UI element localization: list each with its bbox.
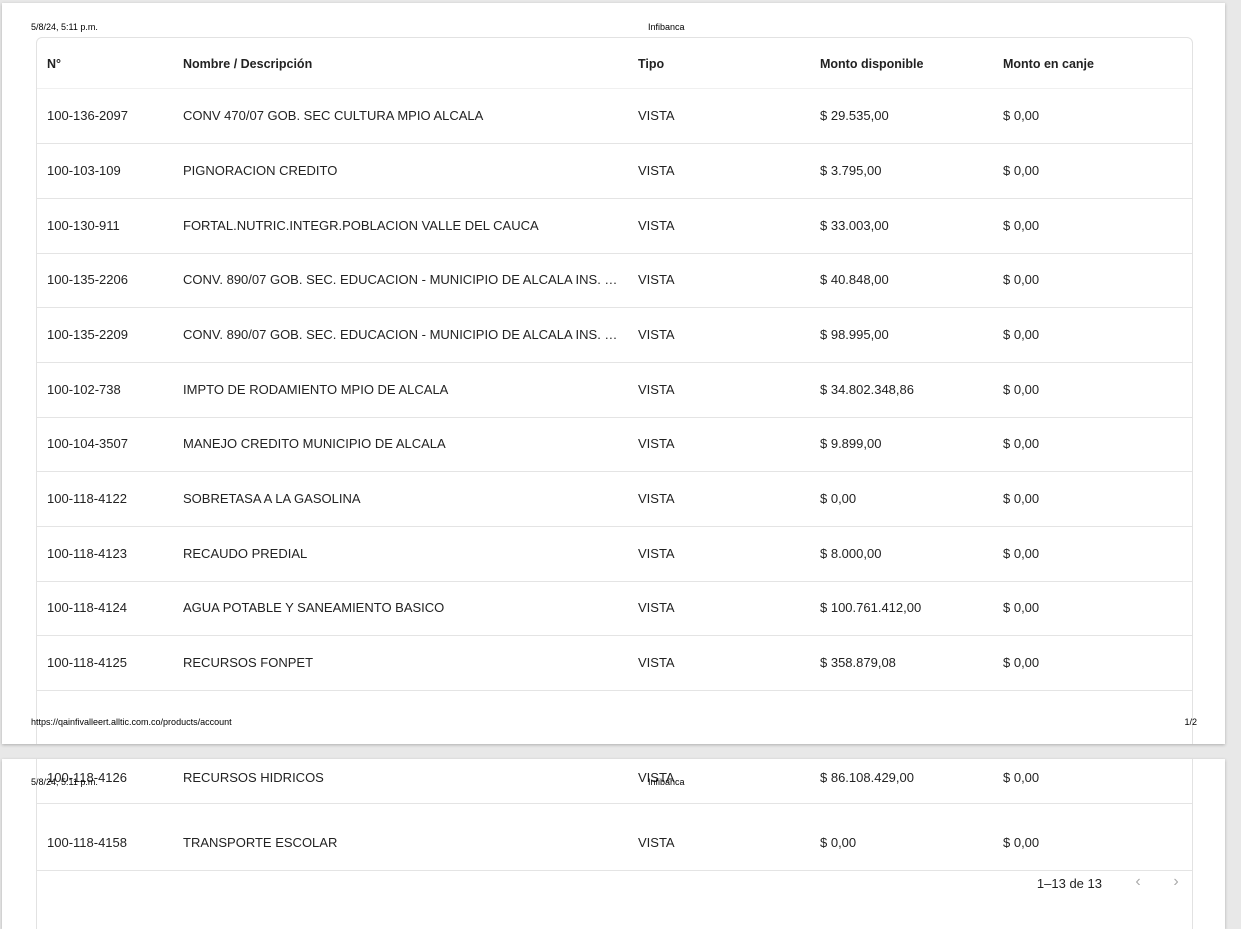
account-name: CONV. 890/07 GOB. SEC. EDUCACION - MUNIC…: [183, 327, 621, 342]
account-name: FORTAL.NUTRIC.INTEGR.POBLACION VALLE DEL…: [183, 218, 539, 233]
table-row[interactable]: 100-118-4125 RECURSOS FONPET VISTA $ 358…: [37, 636, 1192, 691]
print-title: Infibanca: [648, 777, 685, 787]
clearing-amount: $ 0,00: [1003, 272, 1040, 287]
chevron-left-icon[interactable]: ‹: [1128, 872, 1148, 892]
accounts-table: N° Nombre / Descripción Tipo Monto dispo…: [36, 37, 1193, 744]
account-number: 100-130-911: [47, 218, 120, 233]
table-row[interactable]: 100-118-4124 AGUA POTABLE Y SANEAMIENTO …: [37, 581, 1192, 636]
print-date: 5/8/24, 5:11 p.m.: [31, 22, 98, 32]
account-type: VISTA: [638, 600, 675, 615]
account-number: 100-136-2097: [47, 108, 128, 123]
clearing-amount: $ 0,00: [1003, 163, 1040, 178]
accounts-table-continued: 100-118-4126 RECURSOS HIDRICOS VISTA $ 8…: [36, 759, 1193, 929]
table-row[interactable]: 100-118-4123 RECAUDO PREDIAL VISTA $ 8.0…: [37, 527, 1192, 582]
table-row[interactable]: 100-135-2206 CONV. 890/07 GOB. SEC. EDUC…: [37, 253, 1192, 308]
available-amount: $ 33.003,00: [820, 218, 889, 233]
clearing-amount: $ 0,00: [1003, 491, 1040, 506]
table-row[interactable]: 100-104-3507 MANEJO CREDITO MUNICIPIO DE…: [37, 417, 1192, 472]
account-number: 100-135-2209: [47, 327, 128, 342]
table-row[interactable]: 100-118-4158 TRANSPORTE ESCOLAR VISTA $ …: [37, 816, 1192, 871]
available-amount: $ 0,00: [820, 491, 857, 506]
account-name: PIGNORACION CREDITO: [183, 163, 338, 178]
column-header-monto-disponible[interactable]: Monto disponible: [820, 38, 990, 88]
clearing-amount: $ 0,00: [1003, 770, 1040, 785]
available-amount: $ 29.535,00: [820, 108, 889, 123]
print-page-1: 5/8/24, 5:11 p.m. Infibanca N° Nombre / …: [2, 3, 1225, 744]
account-name: RECURSOS FONPET: [183, 655, 314, 670]
available-amount: $ 8.000,00: [820, 546, 882, 561]
account-number: 100-118-4123: [47, 546, 127, 561]
account-number: 100-103-109: [47, 163, 121, 178]
table-row[interactable]: 100-118-4126 RECURSOS HIDRICOS VISTA $ 8…: [37, 759, 1192, 804]
account-type: VISTA: [638, 218, 675, 233]
column-header-name[interactable]: Nombre / Descripción: [183, 38, 621, 88]
account-number: 100-118-4124: [47, 600, 127, 615]
available-amount: $ 40.848,00: [820, 272, 889, 287]
account-type: VISTA: [638, 436, 675, 451]
available-amount: $ 34.802.348,86: [820, 382, 914, 397]
account-number: 100-104-3507: [47, 436, 128, 451]
account-name: SOBRETASA A LA GASOLINA: [183, 491, 361, 506]
available-amount: $ 3.795,00: [820, 163, 882, 178]
column-header-num[interactable]: N°: [47, 38, 177, 88]
available-amount: $ 9.899,00: [820, 436, 882, 451]
clearing-amount: $ 0,00: [1003, 655, 1040, 670]
available-amount: $ 358.879,08: [820, 655, 896, 670]
clearing-amount: $ 0,00: [1003, 835, 1040, 850]
table-row[interactable]: 100-135-2209 CONV. 890/07 GOB. SEC. EDUC…: [37, 308, 1192, 363]
account-type: VISTA: [638, 835, 675, 850]
available-amount: $ 98.995,00: [820, 327, 889, 342]
pagination-range: 1–13 de 13: [1036, 876, 1102, 891]
account-name: CONV 470/07 GOB. SEC CULTURA MPIO ALCALA: [183, 108, 484, 123]
account-number: 100-118-4125: [47, 655, 127, 670]
clearing-amount: $ 0,00: [1003, 436, 1040, 451]
account-type: VISTA: [638, 382, 675, 397]
account-name: TRANSPORTE ESCOLAR: [183, 835, 338, 850]
account-name: IMPTO DE RODAMIENTO MPIO DE ALCALA: [183, 382, 449, 397]
account-number: 100-102-738: [47, 382, 121, 397]
account-name: AGUA POTABLE Y SANEAMIENTO BASICO: [183, 600, 445, 615]
print-date: 5/8/24, 5:11 p.m.: [31, 777, 98, 787]
account-name: RECAUDO PREDIAL: [183, 546, 308, 561]
clearing-amount: $ 0,00: [1003, 600, 1040, 615]
print-page-number: 1/2: [1184, 717, 1197, 727]
account-type: VISTA: [638, 327, 675, 342]
account-number: 100-118-4122: [47, 491, 127, 506]
available-amount: $ 0,00: [820, 835, 857, 850]
column-header-tipo[interactable]: Tipo: [638, 38, 788, 88]
chevron-right-icon[interactable]: ›: [1166, 872, 1186, 892]
print-title: Infibanca: [648, 22, 685, 32]
available-amount: $ 86.108.429,00: [820, 770, 914, 785]
clearing-amount: $ 0,00: [1003, 327, 1040, 342]
column-header-monto-canje[interactable]: Monto en canje: [1003, 38, 1173, 88]
print-url: https://qainfivalleert.alltic.com.co/pro…: [31, 717, 232, 727]
table-header-row: N° Nombre / Descripción Tipo Monto dispo…: [37, 38, 1192, 89]
clearing-amount: $ 0,00: [1003, 546, 1040, 561]
account-type: VISTA: [638, 108, 675, 123]
account-name: CONV. 890/07 GOB. SEC. EDUCACION - MUNIC…: [183, 272, 621, 287]
table-row[interactable]: 100-130-911 FORTAL.NUTRIC.INTEGR.POBLACI…: [37, 199, 1192, 254]
table-row[interactable]: 100-103-109 PIGNORACION CREDITO VISTA $ …: [37, 144, 1192, 199]
clearing-amount: $ 0,00: [1003, 382, 1040, 397]
print-page-2: 100-118-4126 RECURSOS HIDRICOS VISTA $ 8…: [2, 759, 1225, 929]
account-name: RECURSOS HIDRICOS: [183, 770, 324, 785]
account-number: 100-118-4158: [47, 835, 127, 850]
table-row[interactable]: 100-102-738 IMPTO DE RODAMIENTO MPIO DE …: [37, 363, 1192, 418]
table-row[interactable]: 100-118-4122 SOBRETASA A LA GASOLINA VIS…: [37, 472, 1192, 527]
account-name: MANEJO CREDITO MUNICIPIO DE ALCALA: [183, 436, 446, 451]
account-type: VISTA: [638, 491, 675, 506]
table-row[interactable]: 100-136-2097 CONV 470/07 GOB. SEC CULTUR…: [37, 89, 1192, 144]
clearing-amount: $ 0,00: [1003, 218, 1040, 233]
account-type: VISTA: [638, 655, 675, 670]
account-number: 100-135-2206: [47, 272, 128, 287]
clearing-amount: $ 0,00: [1003, 108, 1040, 123]
available-amount: $ 100.761.412,00: [820, 600, 922, 615]
account-type: VISTA: [638, 163, 675, 178]
account-type: VISTA: [638, 272, 675, 287]
account-type: VISTA: [638, 546, 675, 561]
